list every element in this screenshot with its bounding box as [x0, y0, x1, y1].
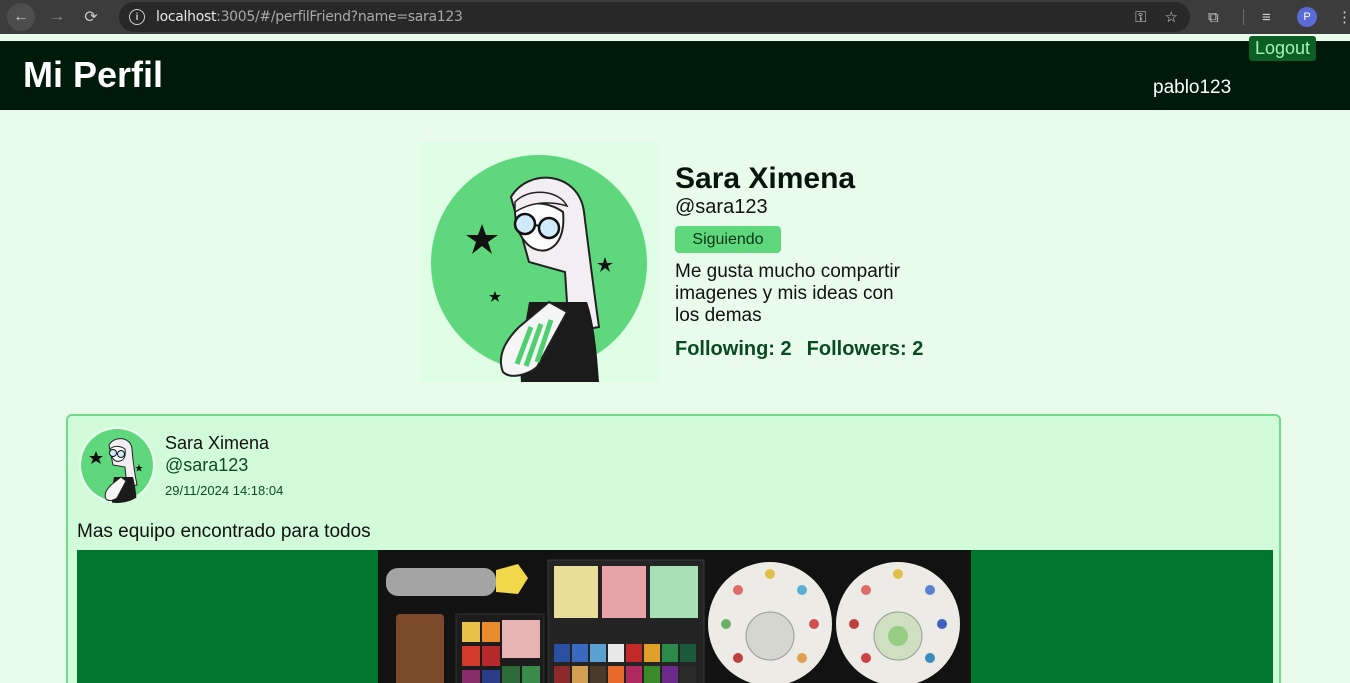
logout-button[interactable]: Logout [1249, 36, 1316, 61]
profile-handle: @sara123 [675, 196, 768, 218]
app-header: Mi Perfil pablo123 [0, 41, 1350, 110]
browser-toolbar: ← → ⟳ i localhost:3005/#/perfilFriend?na… [0, 0, 1350, 34]
profile-avatar-image [419, 142, 659, 382]
reload-button[interactable]: ⟳ [77, 3, 105, 31]
password-key-icon[interactable]: ⚿ [1135, 9, 1146, 26]
bookmark-star-icon[interactable]: ☆ [1165, 8, 1178, 26]
post-card: Sara Ximena @sara123 29/11/2024 14:18:04… [66, 414, 1281, 683]
profile-name: Sara Ximena [675, 162, 856, 195]
toolbar-divider [1243, 9, 1244, 25]
post-media-container [77, 550, 1273, 683]
current-username: pablo123 [1153, 77, 1232, 98]
following-count[interactable]: Following: 2 [675, 338, 792, 361]
post-text: Mas equipo encontrado para todos [77, 521, 371, 542]
reading-list-icon[interactable]: ≡ [1262, 0, 1271, 34]
page-title: Mi Perfil [23, 54, 164, 95]
url-host: localhost [156, 9, 217, 25]
extensions-icon[interactable]: ⧉ [1208, 0, 1219, 34]
post-photo[interactable] [378, 550, 971, 683]
address-bar[interactable]: i localhost:3005/#/perfilFriend?name=sar… [119, 2, 1190, 32]
url-path: :3005/#/perfilFriend?name=sara123 [216, 9, 463, 25]
forward-button[interactable]: → [43, 3, 71, 31]
menu-kebab-icon[interactable]: ⋮ [1337, 0, 1350, 34]
post-author-handle[interactable]: @sara123 [165, 455, 248, 476]
url-text[interactable]: localhost:3005/#/perfilFriend?name=sara1… [156, 9, 463, 25]
post-author-name[interactable]: Sara Ximena [165, 433, 269, 454]
post-timestamp: 29/11/2024 14:18:04 [165, 483, 284, 498]
back-button[interactable]: ← [7, 3, 35, 31]
following-toggle-button[interactable]: Siguiendo [675, 226, 781, 253]
profile-stats: Following: 2 Followers: 2 [675, 338, 923, 361]
profile-bio: Me gusta mucho compartir imagenes y mis … [675, 261, 900, 326]
followers-count[interactable]: Followers: 2 [807, 338, 924, 361]
profile-avatar-icon[interactable]: P [1297, 7, 1317, 27]
post-author-avatar[interactable] [79, 427, 155, 503]
site-info-icon[interactable]: i [129, 9, 145, 25]
